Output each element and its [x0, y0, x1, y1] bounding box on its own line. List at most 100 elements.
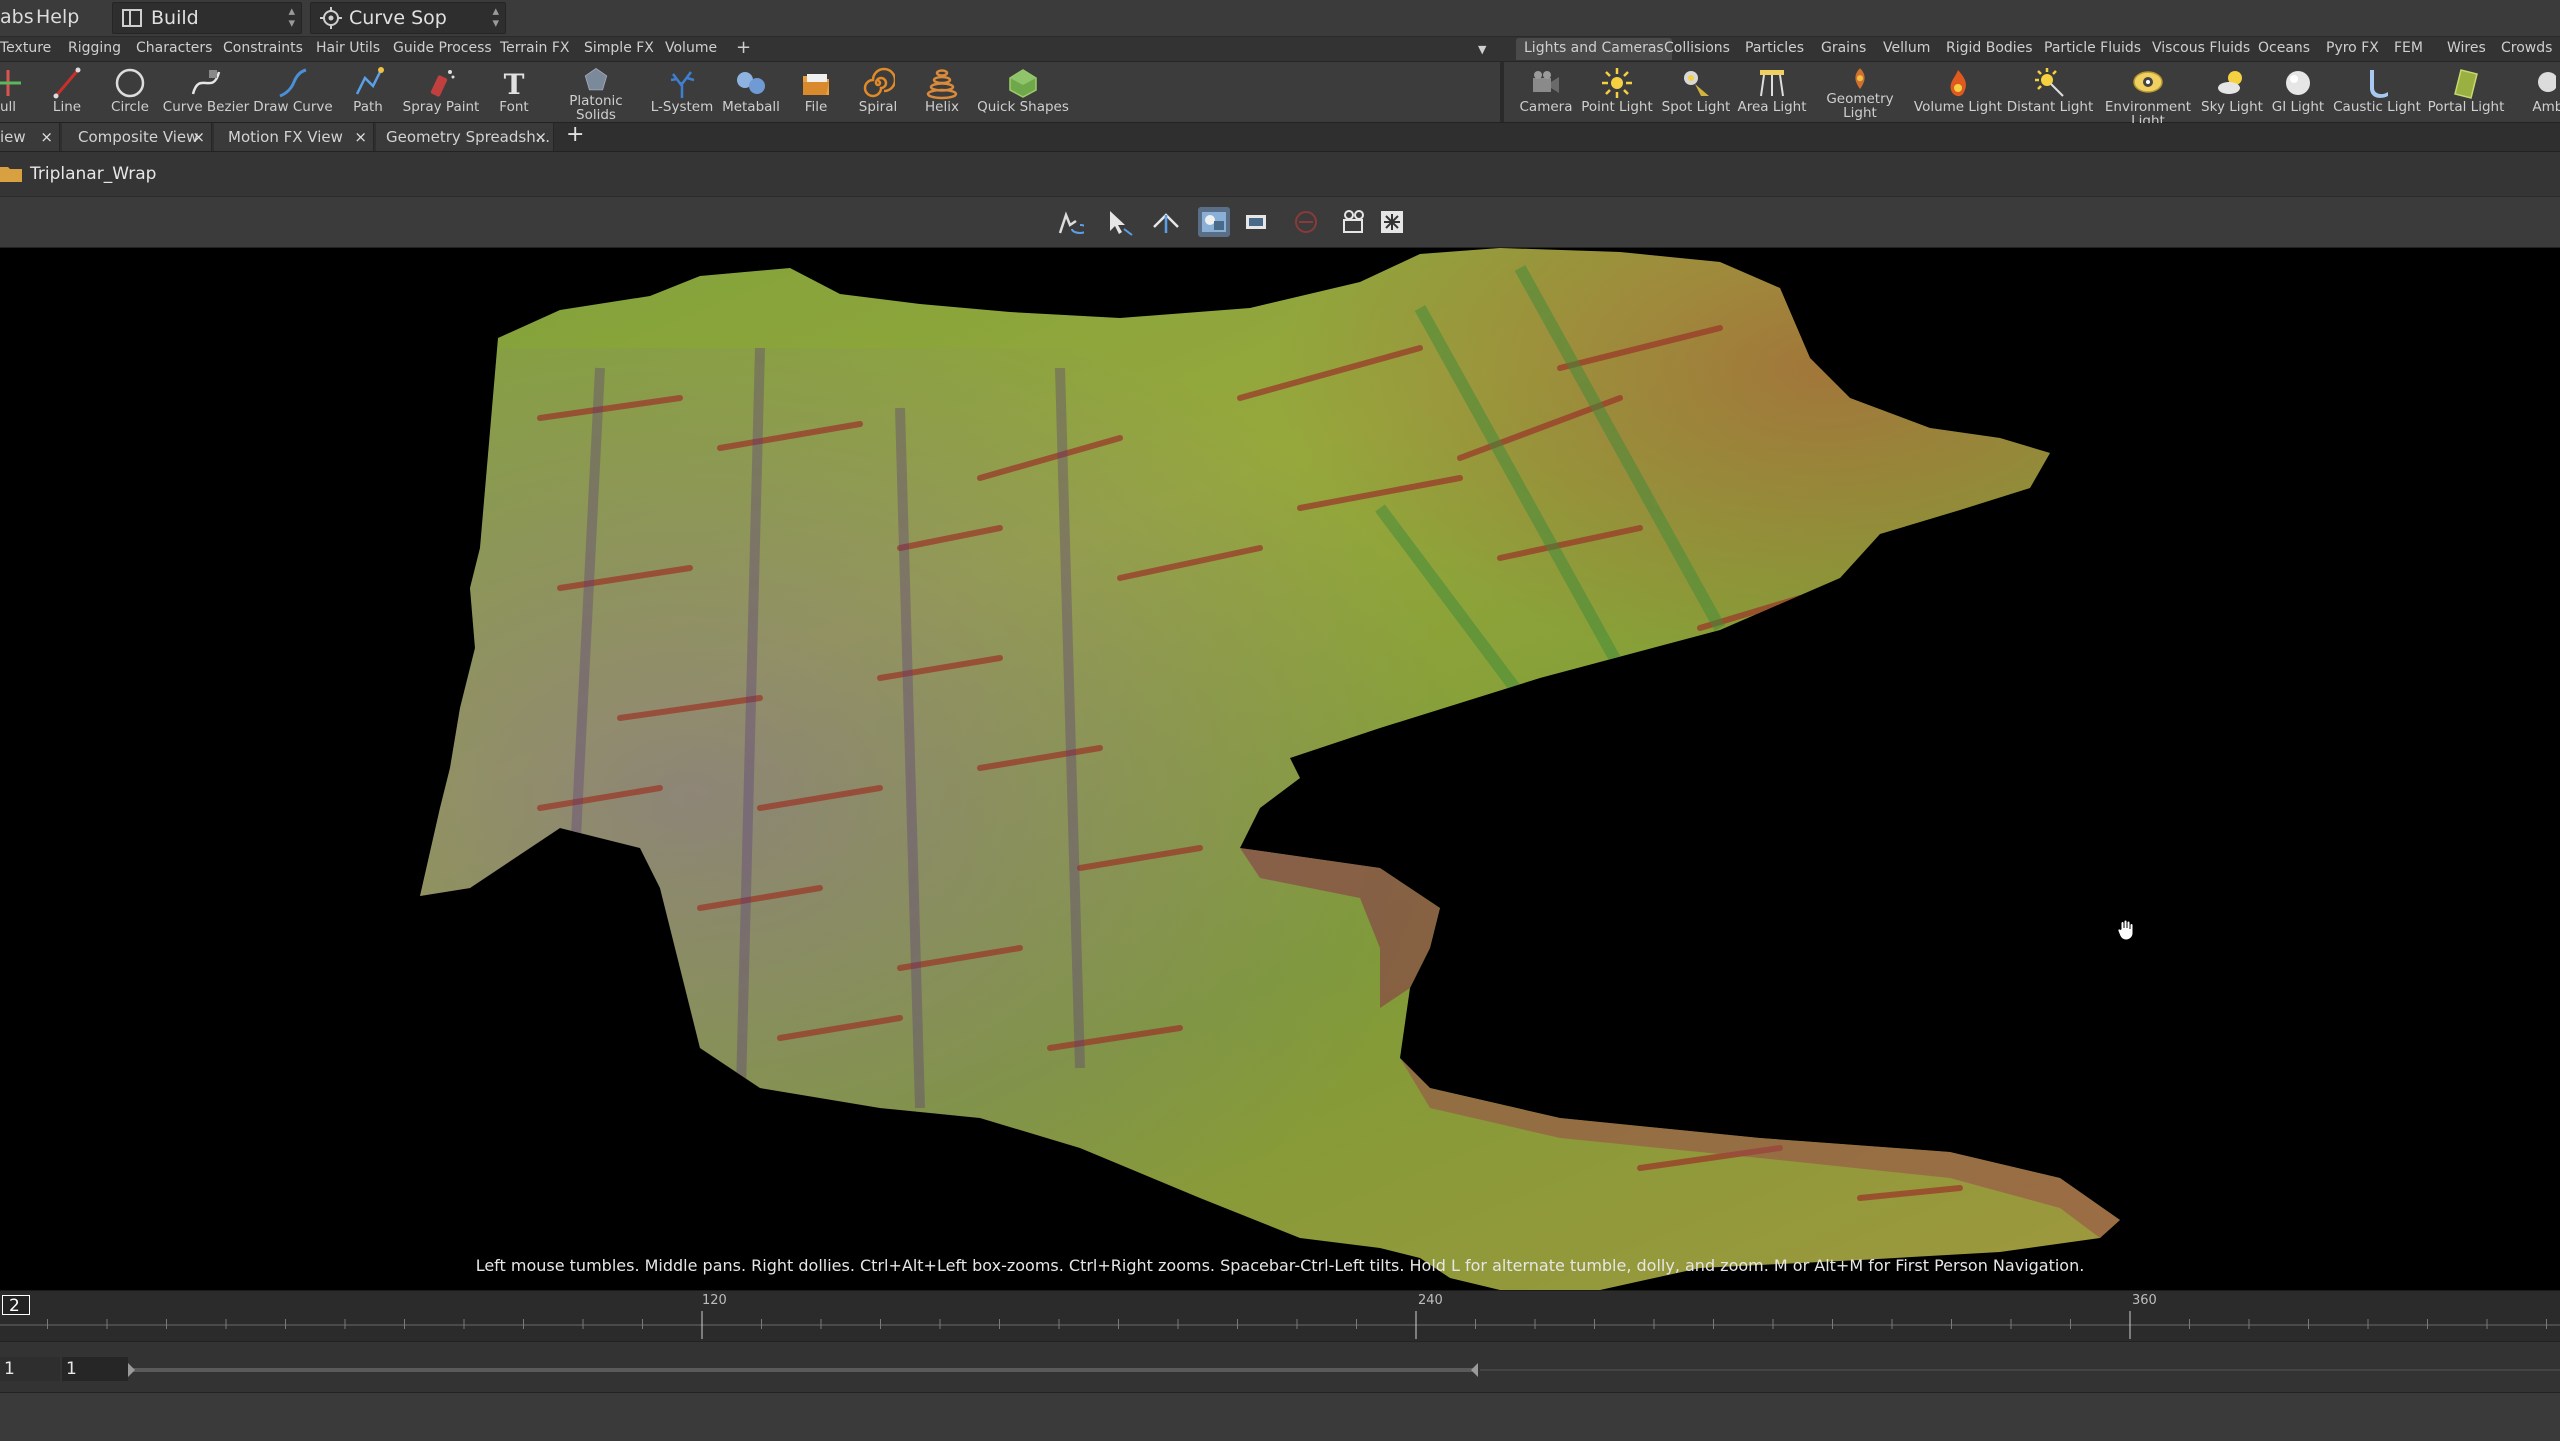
select-view-icon[interactable] [1102, 207, 1134, 237]
shelf-tab[interactable]: Wires [2447, 40, 2486, 56]
add-pane-tab-icon[interactable]: + [566, 122, 584, 147]
shelf-tab[interactable]: Viscous Fluids [2152, 40, 2250, 56]
shelf-tab[interactable]: Constraints [223, 40, 303, 56]
folder-icon [0, 167, 22, 182]
tool-distant-light[interactable]: Distant Light [2002, 66, 2098, 115]
shelf-tab[interactable]: Particles [1745, 40, 1804, 56]
shelf-tab[interactable]: Rigging [68, 40, 121, 56]
add-shelf-tab-icon[interactable]: + [736, 37, 751, 58]
menu-help[interactable]: Help [36, 6, 79, 28]
display-options-button[interactable] [1198, 207, 1230, 237]
metaball-icon [737, 72, 765, 94]
range-start-handle-icon[interactable] [126, 1361, 136, 1379]
close-tab-icon[interactable]: × [534, 128, 547, 146]
render-camera-icon[interactable] [1338, 207, 1370, 237]
desktop-label: Build [151, 7, 199, 29]
snap-grid-icon[interactable] [1376, 207, 1408, 237]
handle-tool-icon[interactable] [1150, 207, 1182, 237]
shelf-tab[interactable]: Hair Utils [316, 40, 380, 56]
platonic-solids-icon [584, 67, 608, 91]
shelf-menu-arrow-icon[interactable]: ▼ [1478, 43, 1486, 56]
tool-caustic-light[interactable]: Caustic Light [2329, 66, 2425, 115]
tumble-view-icon[interactable] [1052, 207, 1084, 237]
desktop-icon [122, 9, 142, 27]
pane-tab-motion-fx-view[interactable]: Motion FX View × [214, 123, 374, 151]
path-bar: Triplanar_Wrap [0, 152, 2560, 197]
menu-bar: abs Help Build ▴ ▾ Curve Sop ▴ ▾ [0, 0, 2560, 37]
shelf-tab[interactable]: Pyro FX [2326, 40, 2379, 56]
shelf-tab[interactable]: FEM [2394, 40, 2423, 56]
shelf-tab[interactable]: Grains [1821, 40, 1866, 56]
timeline-marker-label: 360 [2132, 1293, 2157, 1308]
quick-shapes-icon [1009, 69, 1037, 98]
shelf-tab[interactable]: Texture [0, 40, 51, 56]
tool-environment-light[interactable]: Environment Light [2098, 66, 2198, 128]
pane-tab-composite-view[interactable]: Composite View × [62, 123, 212, 151]
line-icon [53, 67, 81, 99]
viewport-hint-text: Left mouse tumbles. Middle pans. Right d… [475, 1256, 2085, 1275]
tool-quick-shapes[interactable]: Quick Shapes [973, 66, 1073, 115]
shelf-divider[interactable] [1500, 62, 1504, 122]
range-end-handle-icon[interactable] [1470, 1361, 1480, 1379]
shelf-tab[interactable]: Collisions [1664, 40, 1730, 56]
path-node-label[interactable]: Triplanar_Wrap [30, 164, 156, 184]
shelf-tools: ull Line Circle Curve Bezier Draw Curve … [0, 62, 2560, 128]
range-slider-track[interactable] [130, 1368, 1476, 1372]
pane-tab-geometry-spreadsheet[interactable]: Geometry Spreadsh... × [376, 123, 554, 151]
timeline-marker-label: 120 [702, 1293, 727, 1308]
file-icon [803, 74, 829, 95]
path-icon [355, 67, 384, 95]
shelf-tab[interactable]: Terrain FX [500, 40, 570, 56]
spot-light-icon [1684, 71, 1709, 96]
timeline-marker-label: 240 [1418, 1293, 1443, 1308]
scene-viewport[interactable]: Left mouse tumbles. Middle pans. Right d… [0, 248, 2560, 1290]
context-selector[interactable]: Curve Sop ▴ ▾ [310, 2, 506, 34]
shelf-tab[interactable]: Volume [665, 40, 717, 56]
status-bar [0, 1392, 2560, 1441]
global-start-field[interactable]: 1 [0, 1357, 60, 1381]
desktop-selector[interactable]: Build ▴ ▾ [112, 2, 302, 34]
circle-icon [115, 68, 145, 98]
pane-tab-scene-view[interactable]: iew × [0, 123, 60, 151]
menu-tabs[interactable]: abs [0, 6, 34, 28]
timeline[interactable]: 2 120 240 360 [0, 1290, 2560, 1341]
svg-text:T: T [504, 68, 525, 100]
geometry-light-icon [1855, 68, 1865, 89]
spiral-icon [863, 67, 895, 98]
point-light-icon [1602, 68, 1632, 98]
shelf-tab[interactable]: Rigid Bodies [1946, 40, 2033, 56]
disabled-circle-icon[interactable] [1290, 207, 1322, 237]
tool-area-light[interactable]: Area Light [1724, 66, 1820, 115]
caustic-light-icon [2370, 70, 2388, 98]
tool-platonic-solids[interactable]: Platonic Solids [548, 66, 644, 122]
distant-light-icon [2035, 68, 2064, 97]
stepper-arrows-icon: ▴ ▾ [492, 4, 499, 31]
shelf-tab[interactable]: Vellum [1883, 40, 1930, 56]
close-tab-icon[interactable]: × [354, 128, 367, 146]
shelf-tab[interactable]: Particle Fluids [2044, 40, 2141, 56]
frame-range-bar: 1 1 [0, 1341, 2560, 1392]
environment-light-icon [2133, 71, 2163, 93]
shelf-tab[interactable]: Simple FX [584, 40, 654, 56]
helix-icon [926, 69, 958, 100]
terrain-geometry [420, 248, 2120, 1290]
stepper-arrows-icon: ▴ ▾ [288, 4, 295, 31]
tool-volume-light[interactable]: Volume Light [1910, 66, 2006, 115]
close-tab-icon[interactable]: × [40, 128, 53, 146]
snapshot-icon[interactable] [1240, 207, 1272, 237]
range-slider-remainder [1480, 1369, 2560, 1371]
pane-tab-bar: iew × Composite View × Motion FX View × … [0, 122, 2560, 152]
tool-ambient-light[interactable]: Ambien [2494, 66, 2560, 115]
shelf-tab[interactable]: Guide Process [393, 40, 492, 56]
tool-geometry-light[interactable]: Geometry Light [1812, 66, 1908, 120]
curve-context-icon [320, 7, 342, 29]
curve-bezier-icon [191, 70, 221, 95]
shelf-tab-active[interactable]: Lights and Cameras [1516, 38, 1672, 60]
shelf-tab[interactable]: Oceans [2258, 40, 2310, 56]
ambient-light-icon [2538, 72, 2556, 92]
close-tab-icon[interactable]: × [192, 128, 205, 146]
tool-curve-bezier[interactable]: Curve Bezier [158, 66, 254, 115]
shelf-tab[interactable]: Characters [136, 40, 212, 56]
playback-start-field[interactable]: 1 [62, 1357, 128, 1381]
shelf-tab[interactable]: Crowds [2501, 40, 2552, 56]
